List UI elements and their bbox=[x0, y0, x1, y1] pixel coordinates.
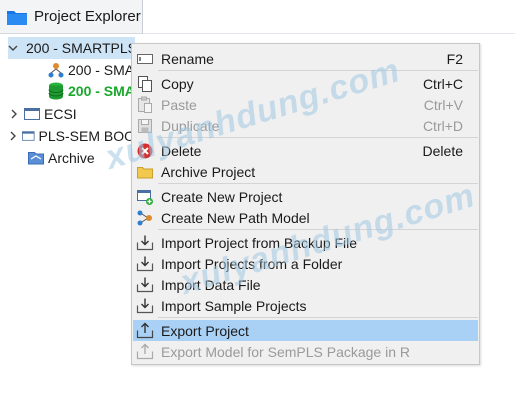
menu-item-label: Duplicate bbox=[161, 117, 220, 134]
tree-item-path-model[interactable]: 200 - SMA bbox=[48, 59, 135, 81]
menu-item-label: Import Project from Backup File bbox=[161, 234, 358, 251]
chevron-right-icon[interactable] bbox=[8, 108, 20, 120]
tree-item-label: 200 - SMARTPLS bbox=[26, 40, 138, 56]
menu-item-label: Create New Path Model bbox=[161, 209, 310, 226]
tab-strip-divider bbox=[143, 33, 515, 34]
new-project-icon bbox=[137, 190, 153, 205]
menu-separator bbox=[158, 70, 478, 71]
menu-item-paste[interactable]: Paste Ctrl+V bbox=[133, 94, 478, 115]
menu-item-shortcut: Ctrl+D bbox=[422, 117, 463, 134]
menu-item-shortcut: Ctrl+C bbox=[422, 75, 463, 92]
project-icon bbox=[24, 108, 40, 120]
project-icon bbox=[22, 131, 35, 141]
delete-icon bbox=[137, 143, 153, 159]
menu-separator bbox=[158, 229, 478, 230]
menu-item-label: Import Data File bbox=[161, 276, 261, 293]
menu-item-label: Delete bbox=[161, 142, 202, 159]
chevron-down-icon[interactable] bbox=[8, 42, 18, 54]
project-explorer-tab[interactable]: Project Explorer bbox=[0, 0, 143, 34]
export-icon bbox=[136, 322, 154, 339]
database-icon bbox=[48, 82, 64, 100]
menu-item-export-model-sempls[interactable]: Export Model for SemPLS Package in R bbox=[133, 341, 478, 362]
menu-item-archive-project[interactable]: Archive Project bbox=[133, 161, 478, 182]
menu-item-label: Paste bbox=[161, 96, 197, 113]
tree-item-project-200[interactable]: 200 - SMARTPLS bbox=[8, 37, 138, 59]
chevron-right-icon[interactable] bbox=[8, 130, 18, 142]
paste-icon bbox=[138, 96, 152, 113]
menu-item-shortcut: Ctrl+V bbox=[423, 96, 463, 113]
tree-item-pls-sem-book[interactable]: PLS-SEM BOO bbox=[8, 125, 135, 147]
tree-item-label: ECSI bbox=[44, 106, 77, 122]
menu-separator bbox=[158, 317, 478, 318]
menu-item-shortcut: Delete bbox=[422, 142, 463, 159]
menu-item-create-new-path-model[interactable]: Create New Path Model bbox=[133, 207, 478, 228]
tree-item-label: Archive bbox=[48, 150, 95, 166]
menu-item-label: Export Model for SemPLS Package in R bbox=[161, 343, 411, 360]
menu-item-copy[interactable]: Copy Ctrl+C bbox=[133, 73, 478, 94]
menu-item-label: Create New Project bbox=[161, 188, 283, 205]
menu-item-label: Archive Project bbox=[161, 163, 256, 180]
menu-item-label: Export Project bbox=[161, 322, 249, 339]
menu-item-delete[interactable]: Delete Delete bbox=[133, 140, 478, 161]
menu-item-import-projects-from-folder[interactable]: Import Projects from a Folder bbox=[133, 253, 478, 274]
duplicate-icon bbox=[138, 119, 152, 133]
tree-item-archive[interactable]: Archive bbox=[24, 147, 135, 169]
rename-icon bbox=[137, 54, 153, 64]
path-model-icon bbox=[48, 63, 64, 78]
import-icon bbox=[136, 235, 154, 251]
export-icon bbox=[136, 343, 154, 360]
menu-separator bbox=[158, 137, 478, 138]
import-icon bbox=[136, 298, 154, 314]
import-icon bbox=[136, 256, 154, 272]
menu-item-rename[interactable]: Rename F2 bbox=[133, 48, 478, 69]
menu-item-label: Import Sample Projects bbox=[161, 297, 307, 314]
tab-title: Project Explorer bbox=[34, 8, 141, 25]
menu-item-label: Import Projects from a Folder bbox=[161, 255, 343, 272]
import-icon bbox=[136, 277, 154, 293]
menu-item-create-new-project[interactable]: Create New Project bbox=[133, 186, 478, 207]
menu-item-export-project[interactable]: Export Project bbox=[133, 320, 478, 341]
menu-item-import-sample-projects[interactable]: Import Sample Projects bbox=[133, 295, 478, 316]
menu-item-import-data-file[interactable]: Import Data File bbox=[133, 274, 478, 295]
menu-item-shortcut: F2 bbox=[446, 50, 463, 67]
copy-icon bbox=[138, 76, 152, 92]
menu-item-import-project-from-backup[interactable]: Import Project from Backup File bbox=[133, 232, 478, 253]
menu-separator bbox=[158, 183, 478, 184]
path-model-icon bbox=[137, 210, 152, 226]
tree-item-ecsi[interactable]: ECSI bbox=[8, 103, 135, 125]
menu-item-duplicate[interactable]: Duplicate Ctrl+D bbox=[133, 115, 478, 136]
context-menu: Rename F2 Copy Ctrl+C Paste Ctrl+V Dupli… bbox=[131, 43, 480, 365]
archive-icon bbox=[28, 152, 44, 165]
tree-item-dataset[interactable]: 200 - SMA bbox=[48, 80, 135, 102]
folder-icon bbox=[7, 10, 27, 25]
tree-item-label: PLS-SEM BOO bbox=[38, 128, 135, 144]
folder-icon bbox=[137, 167, 153, 179]
menu-item-label: Rename bbox=[161, 50, 214, 67]
tree-item-label: 200 - SMA bbox=[68, 83, 135, 99]
tree-item-label: 200 - SMA bbox=[68, 62, 135, 78]
menu-item-label: Copy bbox=[161, 75, 194, 92]
